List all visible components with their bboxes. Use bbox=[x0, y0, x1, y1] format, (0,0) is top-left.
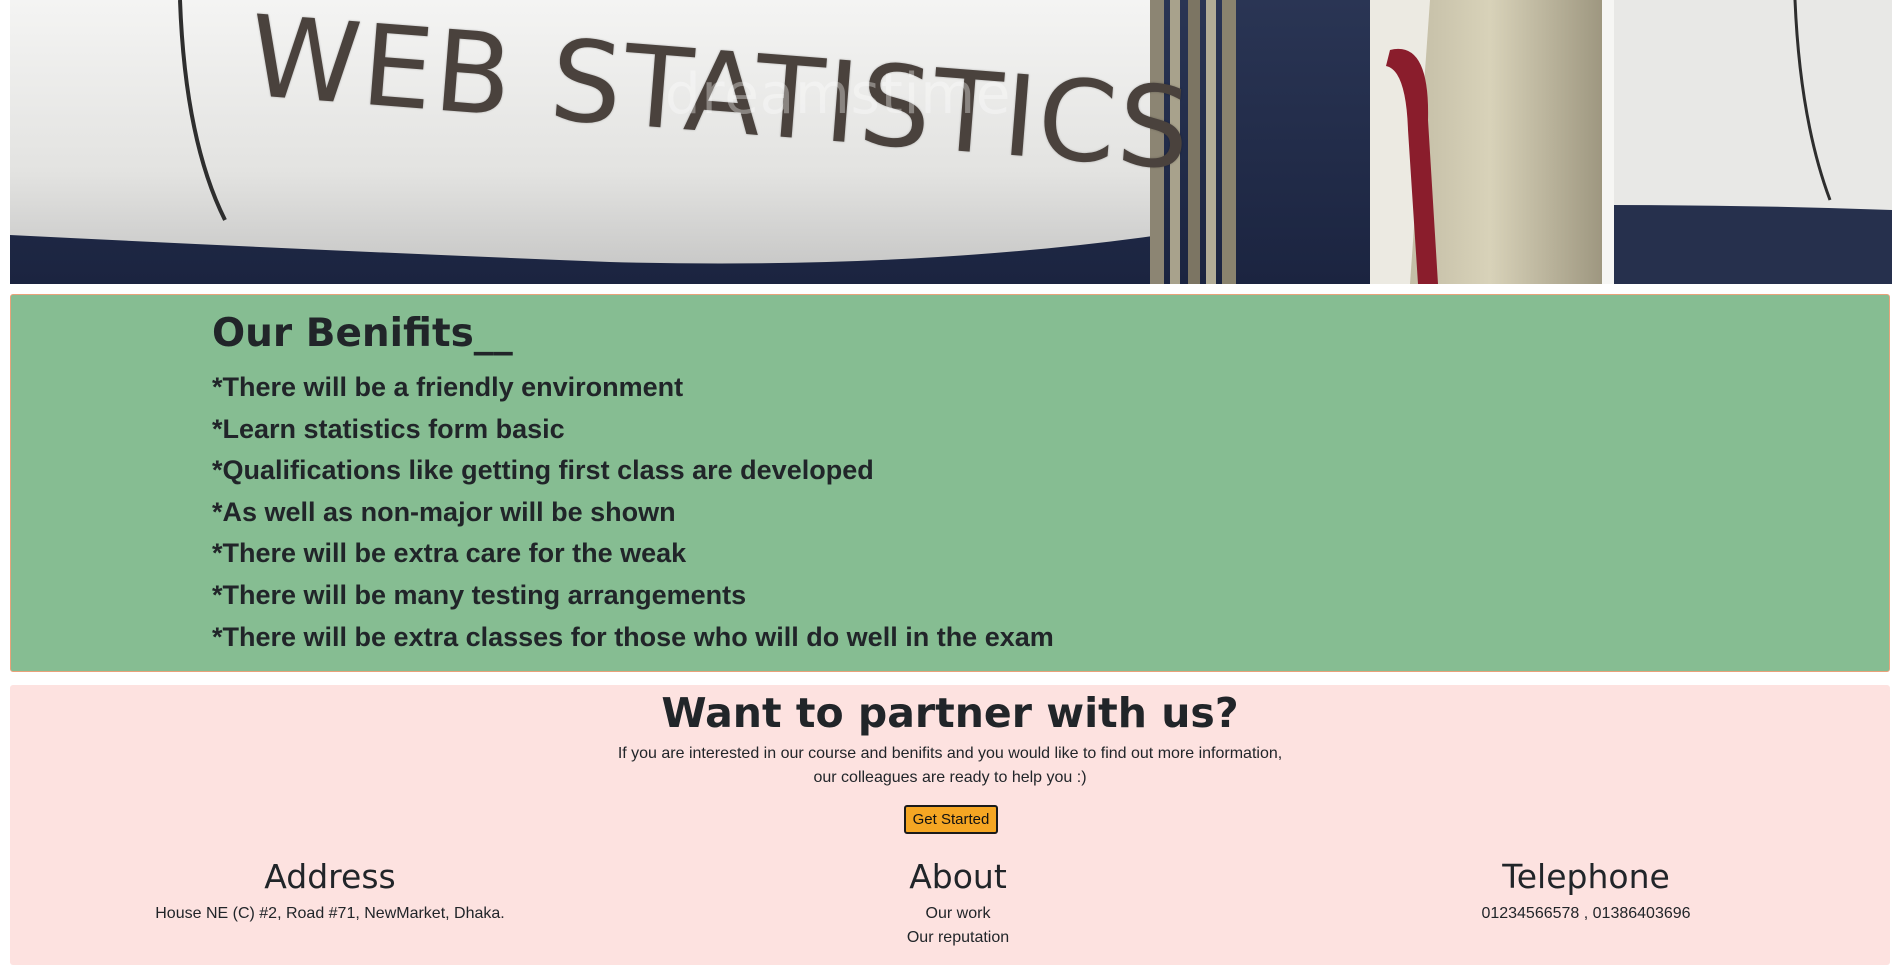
benefit-item: *Learn statistics form basic bbox=[212, 413, 565, 444]
hero-banner-image: WEB STATISTICS dreamstime bbox=[10, 0, 1892, 284]
telephone-heading: Telephone bbox=[1502, 857, 1670, 896]
benefit-item: *There will be a friendly environment bbox=[212, 372, 684, 402]
address-column: Address House NE (C) #2, Road #71, NewMa… bbox=[10, 857, 650, 926]
benefit-item: *There will be extra care for the weak bbox=[212, 538, 687, 569]
partner-section: Want to partner with us? If you are inte… bbox=[10, 685, 1890, 965]
our-work-link[interactable]: Our work bbox=[638, 902, 1278, 926]
about-column: About Our work Our reputation bbox=[638, 857, 1278, 950]
about-heading: About bbox=[909, 857, 1007, 896]
hero-watermark: dreamstime bbox=[665, 62, 1012, 127]
benefits-heading: Our Benifits__ bbox=[212, 311, 513, 356]
benefit-item: *As well as non-major will be shown bbox=[212, 496, 676, 527]
partner-description: If you are interested in our course and … bbox=[10, 742, 1890, 790]
benefit-item: *There will be many testing arrangements bbox=[212, 579, 747, 610]
address-text: House NE (C) #2, Road #71, NewMarket, Dh… bbox=[155, 905, 505, 922]
get-started-button[interactable]: Get Started bbox=[904, 805, 998, 834]
partner-description-line: our colleagues are ready to help you :) bbox=[813, 769, 1087, 786]
partner-description-line: If you are interested in our course and … bbox=[617, 745, 1283, 762]
address-heading: Address bbox=[264, 857, 396, 896]
telephone-column: Telephone 01234566578 , 01386403696 bbox=[1266, 857, 1892, 926]
partner-title: Want to partner with us? bbox=[661, 689, 1239, 737]
benefit-item: *Qualifications like getting first class… bbox=[212, 455, 874, 486]
benefits-list: *There will be a friendly environment *L… bbox=[212, 367, 1054, 658]
benefit-item: *There will be extra classes for those w… bbox=[212, 621, 1054, 652]
our-reputation-link[interactable]: Our reputation bbox=[638, 926, 1278, 950]
benefits-section: Our Benifits__ *There will be a friendly… bbox=[10, 294, 1890, 672]
telephone-numbers: 01234566578 , 01386403696 bbox=[1481, 905, 1691, 922]
